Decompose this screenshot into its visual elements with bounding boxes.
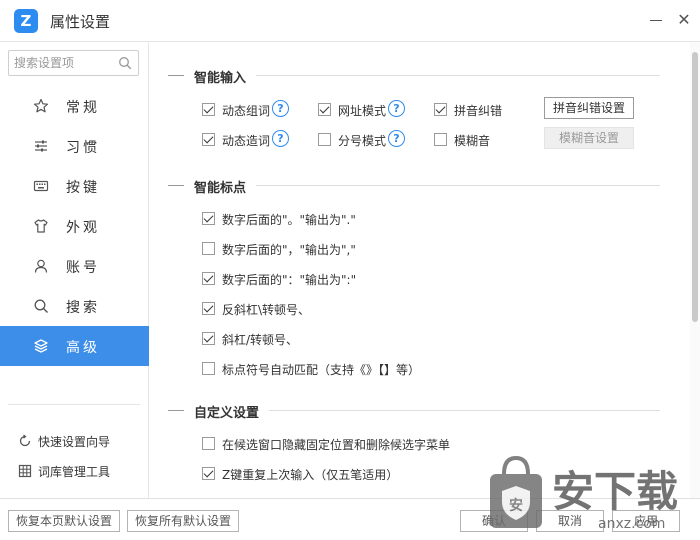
section-title: 智能标点 [194, 181, 247, 196]
option-label: 分号模式 [338, 134, 387, 148]
fuzzy-sound-settings-button: 模糊音设置 [544, 127, 634, 149]
option-label: 在候选窗口隐藏固定位置和删除候选字菜单 [222, 438, 451, 452]
restore-all-defaults-button[interactable]: 恢复所有默认设置 [127, 510, 239, 532]
sidebar-item-appearance[interactable]: 外观 [0, 206, 149, 246]
sidebar-item-label: 常规 [66, 100, 100, 116]
option-label: 动态造词 [222, 134, 271, 148]
help-icon[interactable]: ? [388, 100, 405, 117]
checkbox[interactable] [202, 133, 215, 146]
section-custom-header: 自定义设置 [168, 402, 660, 421]
sidebar-nav: 常规 习惯 按键 外观 账号 搜索 高级 [0, 86, 149, 366]
option-label: 动态组词 [222, 104, 271, 118]
sidebar-item-account[interactable]: 账号 [0, 246, 149, 286]
sidebar-item-label: 习惯 [66, 140, 100, 156]
keyboard-icon [33, 180, 49, 192]
option-label: 数字后面的"，"输出为"," [222, 243, 356, 257]
apply-button[interactable]: 应用 [612, 510, 680, 532]
settings-search-input[interactable] [9, 51, 117, 75]
sidebar-divider [8, 404, 140, 405]
checkbox[interactable] [434, 103, 447, 116]
window-title: 属性设置 [50, 13, 111, 31]
vertical-scrollbar[interactable] [690, 42, 700, 498]
checkbox[interactable] [202, 332, 215, 345]
sidebar-item-label: 高级 [66, 340, 100, 356]
section-dash [168, 185, 184, 186]
section-line [269, 410, 660, 411]
option-label: 拼音纠错 [454, 104, 503, 118]
minimize-button[interactable] [646, 10, 666, 30]
footer-bar: 恢复本页默认设置 恢复所有默认设置 确认 取消 应用 [0, 498, 700, 540]
option-label: 标点符号自动匹配（支持《》【】等） [222, 363, 421, 377]
sidebar-item-keys[interactable]: 按键 [0, 166, 149, 206]
layers-icon [34, 339, 48, 353]
help-icon[interactable]: ? [272, 100, 289, 117]
section-dash [168, 410, 184, 411]
option-label: 斜杠/转顿号、 [222, 333, 299, 347]
sliders-icon [35, 140, 47, 152]
checkbox[interactable] [202, 242, 215, 255]
checkbox[interactable] [318, 103, 331, 116]
checkbox[interactable] [202, 272, 215, 285]
sidebar-item-label: 按键 [66, 180, 100, 196]
checkbox[interactable] [202, 212, 215, 225]
sidebar: 常规 习惯 按键 [0, 42, 149, 498]
tshirt-icon [34, 219, 48, 233]
ok-button[interactable]: 确认 [460, 510, 528, 532]
settings-search-box[interactable] [8, 50, 139, 76]
restore-page-defaults-button[interactable]: 恢复本页默认设置 [8, 510, 120, 532]
option-label: 模糊音 [454, 134, 491, 148]
checkbox[interactable] [202, 302, 215, 315]
star-icon [33, 98, 49, 113]
tool-link-label: 词库管理工具 [38, 465, 111, 479]
pinyin-correct-settings-button[interactable]: 拼音纠错设置 [544, 97, 634, 119]
grid-icon [18, 464, 32, 478]
section-line [256, 75, 660, 76]
help-icon[interactable]: ? [388, 130, 405, 147]
title-bar: Z 属性设置 ✕ [0, 0, 700, 42]
option-label: 反斜杠\转顿号、 [222, 303, 311, 317]
checkbox[interactable] [318, 133, 331, 146]
settings-panel: 智能输入 动态组词 ? 网址模式 ? 拼音纠错 拼音纠错设置 动态造词 ? 分号… [150, 42, 690, 498]
cancel-button[interactable]: 取消 [536, 510, 604, 532]
search-icon[interactable] [118, 56, 132, 70]
tool-link-label: 快速设置向导 [38, 435, 111, 449]
section-dash [168, 75, 184, 76]
section-line [256, 185, 660, 186]
sidebar-item-label: 外观 [66, 220, 100, 236]
close-icon: ✕ [677, 10, 691, 29]
search-icon [34, 299, 48, 313]
section-smart-input-header: 智能输入 [168, 67, 660, 86]
section-title: 智能输入 [194, 71, 247, 86]
user-icon [34, 259, 48, 273]
checkbox[interactable] [202, 437, 215, 450]
checkbox[interactable] [202, 362, 215, 375]
refresh-icon [19, 434, 31, 447]
section-smart-punct-header: 智能标点 [168, 177, 660, 196]
checkbox[interactable] [202, 103, 215, 116]
sidebar-item-habits[interactable]: 习惯 [0, 126, 149, 166]
sidebar-item-search[interactable]: 搜索 [0, 286, 149, 326]
option-label: 数字后面的"："输出为":" [222, 273, 357, 287]
section-title: 自定义设置 [194, 406, 260, 421]
close-button[interactable]: ✕ [674, 10, 694, 30]
checkbox[interactable] [202, 467, 215, 480]
option-label: 网址模式 [338, 104, 387, 118]
option-label: 数字后面的"。"输出为"." [222, 213, 356, 227]
sidebar-item-label: 账号 [66, 260, 100, 276]
app-logo: Z [14, 9, 38, 33]
help-icon[interactable]: ? [272, 130, 289, 147]
sidebar-item-label: 搜索 [66, 300, 100, 316]
scrollbar-thumb[interactable] [692, 52, 698, 322]
option-label: Z键重复上次输入（仅五笔适用） [222, 468, 399, 482]
checkbox[interactable] [434, 133, 447, 146]
sidebar-item-advanced[interactable]: 高级 [0, 326, 149, 366]
sidebar-item-general[interactable]: 常规 [0, 86, 149, 126]
